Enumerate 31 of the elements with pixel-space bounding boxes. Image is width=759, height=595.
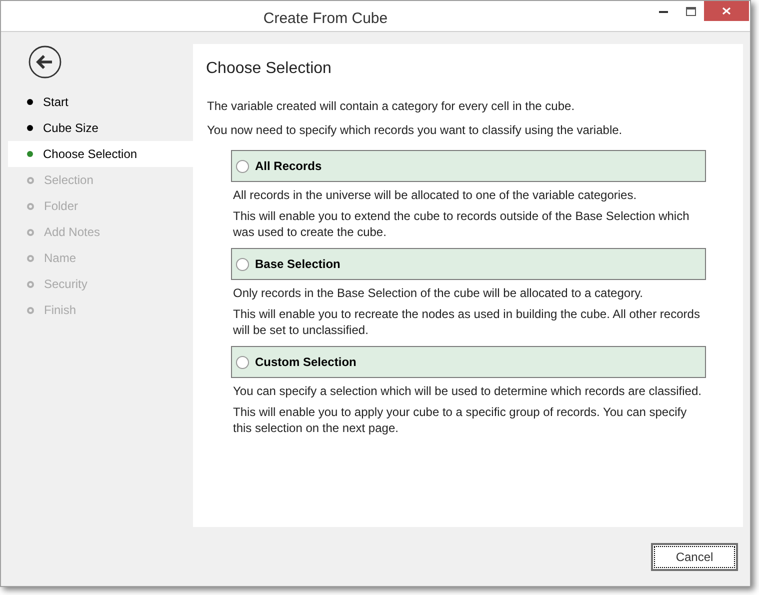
wizard-step: Cube Size [8, 115, 193, 141]
option-description: Only records in the Base Selection of the cube will be allocated to a category. [233, 285, 644, 301]
option-header[interactable]: All Records [231, 150, 706, 182]
radio-button[interactable] [236, 160, 249, 172]
option-header[interactable]: Custom Selection [231, 346, 706, 378]
radio-button[interactable] [236, 356, 249, 368]
wizard-step: Start [8, 89, 193, 115]
wizard-step: Finish [8, 297, 193, 323]
cancel-button[interactable]: Cancel [651, 542, 738, 570]
option-description: This will enable you to recreate the nodes as used in building the cube. All other records will be set to unclassified. [233, 306, 701, 338]
wizard-step: Folder [8, 193, 193, 219]
wizard-step: Selection [8, 167, 193, 193]
window-title: Create From Cube [263, 9, 388, 29]
option-description: This will enable you to extend the cube to records outside of the Base Selection which was used to create the cube. [233, 208, 690, 240]
wizard-step: Choose Selection [8, 141, 193, 167]
close-button[interactable] [704, 1, 749, 21]
close-icon [722, 7, 731, 15]
option-header[interactable]: Base Selection [231, 248, 706, 280]
option-description: This will enable you to apply your cube to a specific group of records. You can specify this selection on the next page. [233, 404, 688, 436]
page-heading: Choose Selection [206, 59, 332, 79]
option-description: You can specify a selection which will be used to determine which records are classified. [233, 383, 702, 399]
wizard-step: Security [8, 271, 193, 297]
intro-text: The variable created will contain a category for every cell in the cube. [207, 98, 576, 115]
maximize-icon [686, 6, 696, 16]
wizard-step: Name [8, 245, 193, 271]
minimize-icon [659, 10, 668, 12]
wizard-step: Add Notes [8, 219, 193, 245]
option-description: All records in the universe will be allocated to one of the variable categories. [233, 187, 638, 203]
radio-button[interactable] [236, 258, 249, 270]
back-button[interactable] [28, 45, 62, 79]
intro-text: You now need to specify which records you want to classify using the variable. [207, 122, 624, 139]
